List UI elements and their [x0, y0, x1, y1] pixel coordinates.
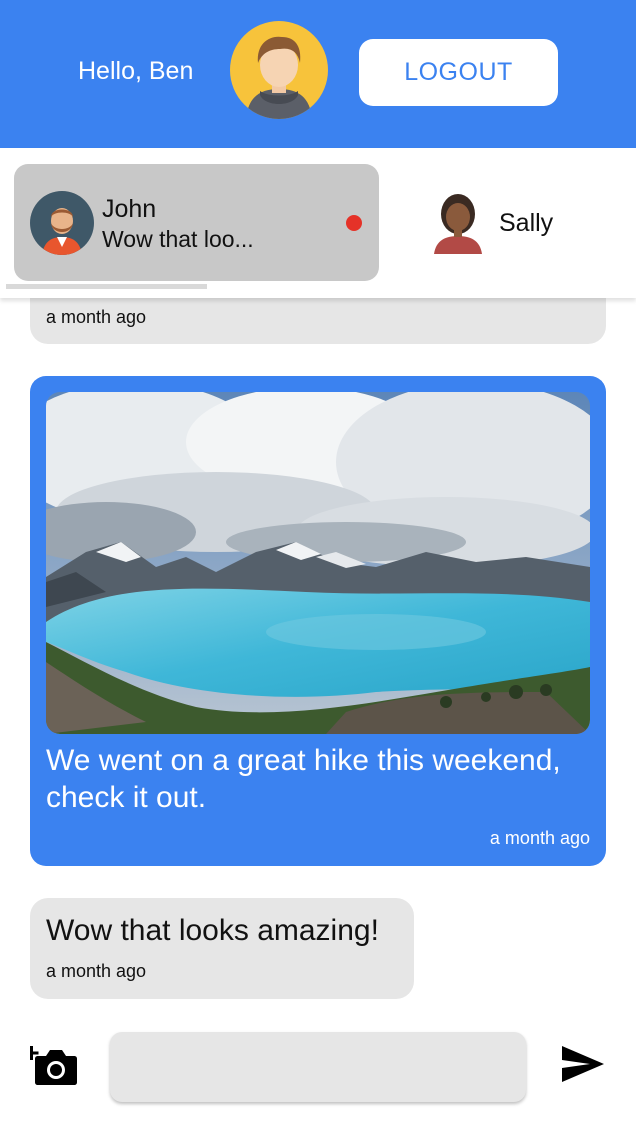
conversation-list: John Wow that loo... Sally: [0, 148, 636, 298]
conversation-item-sally[interactable]: Sally: [418, 180, 598, 268]
conversation-item-john[interactable]: John Wow that loo...: [14, 164, 379, 281]
contact-avatar: [430, 190, 486, 254]
active-tab-indicator: [6, 284, 207, 289]
add-photo-button[interactable]: [24, 1040, 80, 1088]
send-icon: [562, 1046, 604, 1082]
contact-avatar: [30, 191, 94, 255]
message-bubble-sent: We went on a great hike this weekend, ch…: [30, 376, 606, 866]
message-bubble-received: Wow that looks amazing! a month ago: [30, 898, 414, 999]
contact-name: Sally: [499, 209, 554, 237]
message-timestamp: a month ago: [489, 828, 590, 848]
greeting-text: Hello, Ben: [78, 57, 194, 85]
message-input[interactable]: [110, 1032, 526, 1102]
add-photo-icon: [24, 1046, 77, 1085]
contact-name: John: [102, 195, 157, 223]
app-header: Hello, Ben LOGOUT: [0, 0, 636, 148]
message-text: We went on a great hike this weekend, ch…: [46, 744, 561, 814]
user-avatar: [230, 21, 328, 119]
send-button[interactable]: [560, 1044, 606, 1084]
logout-button[interactable]: LOGOUT: [359, 39, 558, 106]
message-preview: Wow that loo...: [102, 226, 254, 252]
message-timestamp: a month ago: [46, 961, 147, 981]
unread-indicator: [346, 215, 362, 231]
message-text: Wow that looks amazing!: [46, 914, 379, 947]
message-timestamp: a month ago: [46, 307, 147, 327]
hike-photo[interactable]: [46, 392, 590, 734]
